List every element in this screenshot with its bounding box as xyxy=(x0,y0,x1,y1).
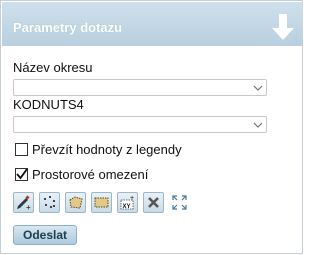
query-parameters-panel: Parametry dotazu Název okresu KODNUTS4 P… xyxy=(0,0,303,254)
svg-text:+: + xyxy=(130,195,134,202)
district-select[interactable] xyxy=(13,79,267,96)
chevron-down-icon xyxy=(253,85,263,91)
svg-text:+: + xyxy=(26,203,31,211)
svg-text:XY: XY xyxy=(123,204,131,210)
polygon-icon xyxy=(69,196,83,209)
polygon-button[interactable] xyxy=(65,192,86,213)
delete-button[interactable] xyxy=(143,192,164,213)
district-label: Název okresu xyxy=(13,60,93,75)
extent-icon xyxy=(172,195,187,210)
submit-button[interactable]: Odeslat xyxy=(13,225,77,245)
down-arrow-icon[interactable] xyxy=(271,12,295,42)
delete-icon xyxy=(148,197,159,208)
extent-button[interactable] xyxy=(169,192,190,213)
legend-checkbox-label: Převzít hodnoty z legendy xyxy=(32,141,182,157)
draw-pencil-button[interactable]: + xyxy=(13,192,34,213)
spatial-option[interactable]: Prostorové omezení xyxy=(15,166,148,182)
panel-header: Parametry dotazu xyxy=(2,2,303,46)
chevron-down-icon xyxy=(253,122,263,128)
spatial-checkbox-label: Prostorové omezení xyxy=(32,166,149,182)
rectangle-button[interactable] xyxy=(91,192,112,213)
drawing-toolbar: + XY + xyxy=(13,192,195,213)
draw-pencil-icon: + xyxy=(17,195,31,211)
checkmark-icon xyxy=(16,167,28,179)
points-button[interactable] xyxy=(39,192,60,213)
kodnuts-select[interactable] xyxy=(13,116,267,133)
kodnuts-label: KODNUTS4 xyxy=(13,97,84,112)
xy-coordinates-icon: XY + xyxy=(120,195,134,210)
panel-title: Parametry dotazu xyxy=(13,20,123,35)
xy-coordinates-button[interactable]: XY + xyxy=(117,192,138,213)
spatial-checkbox[interactable] xyxy=(15,167,28,181)
rectangle-icon xyxy=(94,197,109,208)
legend-option[interactable]: Převzít hodnoty z legendy xyxy=(15,141,182,157)
points-icon xyxy=(44,196,55,208)
legend-checkbox[interactable] xyxy=(15,142,28,156)
